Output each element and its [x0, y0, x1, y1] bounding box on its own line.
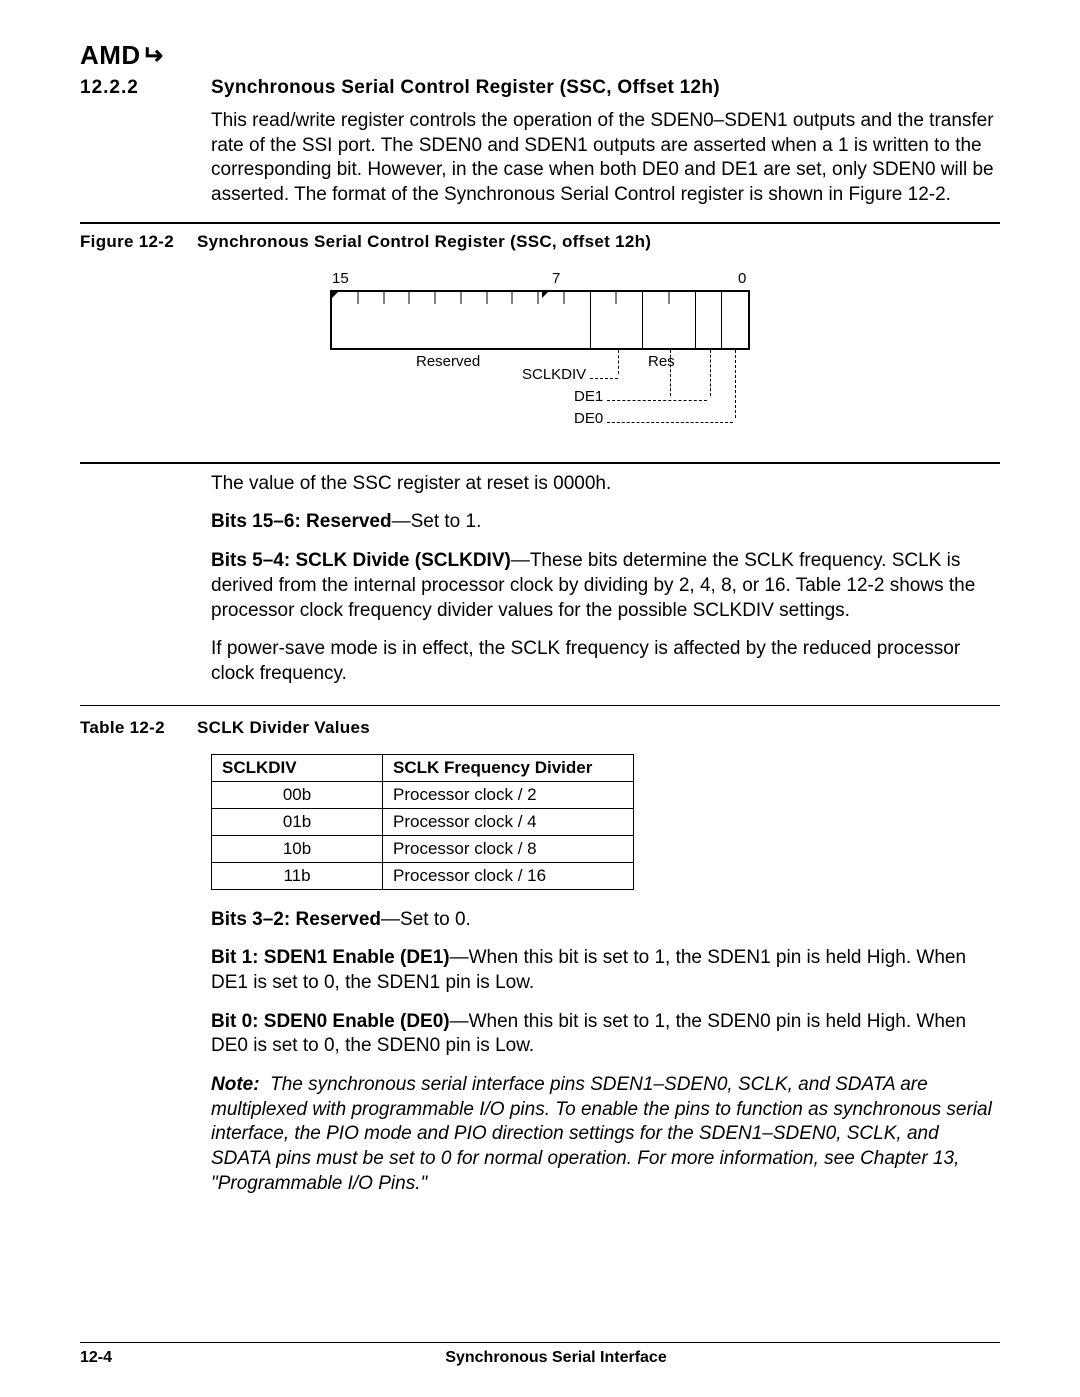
- table-cell: Processor clock / 16: [383, 862, 634, 889]
- table-header: SCLKDIV: [212, 754, 383, 781]
- register-diagram: 15 7 0 Reserved Res: [330, 270, 750, 452]
- figure-title: Synchronous Serial Control Register (SSC…: [197, 232, 651, 251]
- bits-5-4-label: Bits 5–4: SCLK Divide (SCLKDIV): [211, 550, 511, 571]
- footer-title: Synchronous Serial Interface: [112, 1349, 1000, 1367]
- note-text: The synchronous serial interface pins SD…: [211, 1074, 992, 1194]
- rule: [80, 222, 1000, 224]
- table-cell: 00b: [212, 781, 383, 808]
- bit-number-lo: 0: [738, 270, 746, 287]
- brand-logo: AMD↵: [80, 40, 1000, 71]
- table-cell: Processor clock / 2: [383, 781, 634, 808]
- table-cell: 10b: [212, 835, 383, 862]
- table-cell: Processor clock / 8: [383, 835, 634, 862]
- field-sclkdiv: SCLKDIV: [522, 366, 586, 383]
- table-row: 10bProcessor clock / 8: [212, 835, 634, 862]
- bits-15-6-text: —Set to 1.: [392, 511, 482, 532]
- table-cell: 01b: [212, 808, 383, 835]
- field-de1: DE1: [574, 388, 603, 405]
- power-save-text: If power-save mode is in effect, the SCL…: [211, 637, 1000, 686]
- table-cell: Processor clock / 4: [383, 808, 634, 835]
- table-header: SCLK Frequency Divider: [383, 754, 634, 781]
- bits-5-4: Bits 5–4: SCLK Divide (SCLKDIV)—These bi…: [211, 549, 1000, 623]
- page-footer: 12-4 Synchronous Serial Interface: [80, 1342, 1000, 1367]
- intro-paragraph: This read/write register controls the op…: [211, 109, 1000, 208]
- reset-value-text: The value of the SSC register at reset i…: [211, 472, 1000, 497]
- bits-3-2-text: —Set to 0.: [381, 909, 471, 930]
- bit-0: Bit 0: SDEN0 Enable (DE0)—When this bit …: [211, 1010, 1000, 1059]
- figure-caption: Figure 12-2 Synchronous Serial Control R…: [80, 232, 1000, 252]
- page-number: 12-4: [80, 1349, 112, 1367]
- bit-1-label: Bit 1: SDEN1 Enable (DE1): [211, 947, 450, 968]
- table-cell: 11b: [212, 862, 383, 889]
- bits-3-2: Bits 3–2: Reserved—Set to 0.: [211, 908, 1000, 933]
- table-row: 00bProcessor clock / 2: [212, 781, 634, 808]
- bits-15-6: Bits 15–6: Reserved—Set to 1.: [211, 510, 1000, 535]
- logo-text: AMD: [80, 40, 141, 70]
- table-title: SCLK Divider Values: [197, 718, 370, 737]
- bit-0-label: Bit 0: SDEN0 Enable (DE0): [211, 1011, 450, 1032]
- bits-15-6-label: Bits 15–6: Reserved: [211, 511, 392, 532]
- section-title: Synchronous Serial Control Register (SSC…: [211, 77, 720, 99]
- section-number: 12.2.2: [80, 77, 175, 99]
- table-header-row: SCLKDIV SCLK Frequency Divider: [212, 754, 634, 781]
- bit-1: Bit 1: SDEN1 Enable (DE1)—When this bit …: [211, 946, 1000, 995]
- note-label: Note:: [211, 1074, 260, 1095]
- bit-number-hi: 15: [332, 270, 349, 287]
- table-caption: Table 12-2 SCLK Divider Values: [80, 718, 1000, 738]
- divider-table: SCLKDIV SCLK Frequency Divider 00bProces…: [211, 754, 634, 890]
- table-row: 01bProcessor clock / 4: [212, 808, 634, 835]
- rule: [80, 462, 1000, 464]
- bit-number-mid: 7: [552, 270, 560, 287]
- figure-label: Figure 12-2: [80, 232, 192, 252]
- rule: [80, 705, 1000, 706]
- table-row: 11bProcessor clock / 16: [212, 862, 634, 889]
- bits-3-2-label: Bits 3–2: Reserved: [211, 909, 381, 930]
- field-de0: DE0: [574, 410, 603, 427]
- note-paragraph: Note: The synchronous serial interface p…: [211, 1073, 1000, 1196]
- table-label: Table 12-2: [80, 718, 192, 738]
- field-reserved-hi: Reserved: [416, 353, 480, 370]
